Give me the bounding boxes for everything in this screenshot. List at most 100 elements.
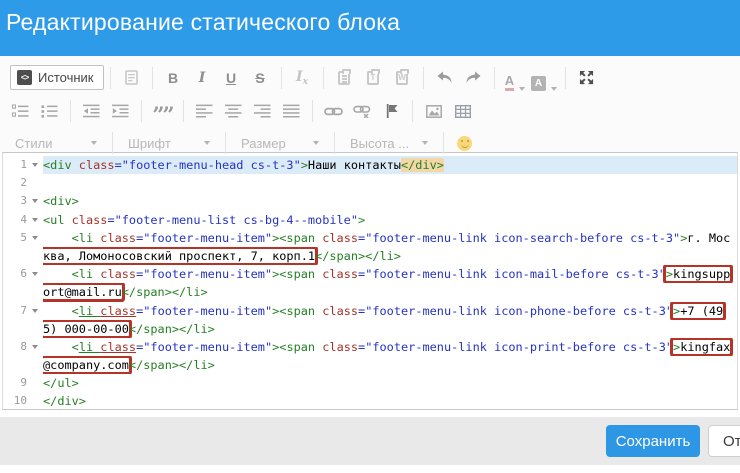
code-token: ="footer-menu-link icon-mail-before cs-t… xyxy=(358,267,666,281)
code-token: ="footer-menu-list cs-bg-4--mobile" xyxy=(107,213,358,227)
bg-color-button[interactable]: A xyxy=(530,64,559,91)
table-icon xyxy=(455,105,471,118)
remove-format-button[interactable]: Ix xyxy=(288,64,317,91)
fold-toggle[interactable] xyxy=(27,338,43,356)
code-line[interactable]: 10</div> xyxy=(3,392,737,410)
code-line[interactable]: @company.com</span></li> xyxy=(3,356,737,374)
templates-button[interactable] xyxy=(117,64,146,91)
maximize-button[interactable] xyxy=(572,64,601,91)
separator xyxy=(70,100,71,122)
table-button[interactable] xyxy=(448,98,477,125)
fold-toggle[interactable] xyxy=(27,302,43,320)
fold-toggle[interactable] xyxy=(27,156,43,174)
align-justify-icon xyxy=(283,104,300,118)
paste-text-icon: T xyxy=(367,71,379,85)
code-token xyxy=(43,231,72,245)
dialog-title: Редактирование статического блока xyxy=(0,0,410,36)
code-line[interactable]: 9</ul> xyxy=(3,374,737,392)
code-line[interactable]: 4<ul class="footer-menu-list cs-bg-4--mo… xyxy=(3,211,737,229)
fold-toggle[interactable] xyxy=(27,192,43,210)
code-line[interactable]: 2 xyxy=(3,174,737,192)
italic-button[interactable]: I xyxy=(188,64,217,91)
line-number: 7 xyxy=(3,302,27,320)
code-token: class xyxy=(322,231,358,245)
code-line[interactable]: ква, Ломоносовский проспект, 7, корп.1</… xyxy=(3,247,737,265)
code-text: <li class="footer-menu-item"><span class… xyxy=(43,265,737,283)
cancel-button[interactable]: Отмена xyxy=(708,425,740,457)
code-token: ><span xyxy=(272,267,322,281)
styles-dropdown[interactable]: Стили xyxy=(6,130,106,156)
gutter: 8 xyxy=(3,338,43,356)
source-button[interactable]: <> Источник xyxy=(10,65,104,90)
code-token: class xyxy=(100,231,136,245)
code-token: ort@mail.ru xyxy=(43,285,122,299)
image-button[interactable] xyxy=(419,98,448,125)
separator xyxy=(443,132,444,154)
code-token: ><span xyxy=(272,304,322,318)
red-annotation-box: ква, Ломоносовский проспект, 7, корп.1 xyxy=(43,249,315,263)
paste-word-button[interactable]: W xyxy=(388,64,417,91)
code-line[interactable]: 1<div class="footer-menu-head cs-t-3">На… xyxy=(3,156,737,174)
fold-toggle[interactable] xyxy=(27,265,43,283)
code-token: < xyxy=(72,340,79,354)
gutter: 10 xyxy=(3,392,43,410)
code-token: </div> xyxy=(43,394,86,408)
code-token: ="footer-menu-item" xyxy=(136,267,272,281)
code-line[interactable]: 5) 000-00-00</span></li> xyxy=(3,320,737,338)
separator xyxy=(565,67,566,89)
align-center-button[interactable] xyxy=(219,98,248,125)
text-color-button[interactable]: A xyxy=(501,64,530,91)
line-number xyxy=(3,283,27,301)
save-button[interactable]: Сохранить xyxy=(606,425,700,457)
align-left-button[interactable] xyxy=(190,98,219,125)
line-number: 8 xyxy=(3,338,27,356)
align-right-button[interactable] xyxy=(248,98,277,125)
source-code-editor[interactable]: 1<div class="footer-menu-head cs-t-3">На… xyxy=(2,152,738,410)
code-token: <div xyxy=(43,158,79,172)
anchor-button[interactable] xyxy=(377,98,406,125)
fold-toggle[interactable] xyxy=(27,229,43,247)
code-line[interactable]: 3<div> xyxy=(3,192,737,210)
align-justify-button[interactable] xyxy=(277,98,306,125)
numbered-list-button[interactable] xyxy=(6,98,35,125)
size-dropdown[interactable]: Размер xyxy=(232,130,328,156)
code-line[interactable]: 8 <li class="footer-menu-item"><span cla… xyxy=(3,338,737,356)
gutter: 7 xyxy=(3,302,43,320)
gutter: 3 xyxy=(3,192,43,210)
unlink-icon xyxy=(353,105,372,118)
fold-toggle[interactable] xyxy=(27,211,43,229)
blockquote-button[interactable]: ”” xyxy=(148,98,177,125)
redo-button[interactable] xyxy=(459,64,488,91)
gutter: 5 xyxy=(3,229,43,247)
line-number: 9 xyxy=(3,374,27,392)
smiley-button[interactable] xyxy=(450,130,479,157)
paste-button[interactable] xyxy=(330,64,359,91)
font-dropdown[interactable]: Шрифт xyxy=(119,130,219,156)
code-line[interactable]: 6 <li class="footer-menu-item"><span cla… xyxy=(3,265,737,283)
indent-button[interactable] xyxy=(106,98,135,125)
code-line[interactable]: 7 <li class="footer-menu-item"><span cla… xyxy=(3,302,737,320)
template-icon xyxy=(125,70,138,85)
fold-spacer xyxy=(27,247,43,265)
code-line[interactable]: ort@mail.ru</span></li> xyxy=(3,283,737,301)
unlink-button[interactable] xyxy=(348,98,377,125)
bold-button[interactable]: B xyxy=(159,64,188,91)
undo-button[interactable] xyxy=(430,64,459,91)
underline-button[interactable]: U xyxy=(217,64,246,91)
separator xyxy=(423,67,424,89)
line-height-dropdown[interactable]: Высота ... xyxy=(341,130,437,156)
outdent-button[interactable] xyxy=(77,98,106,125)
fold-spacer xyxy=(27,392,43,410)
paste-text-button[interactable]: T xyxy=(359,64,388,91)
numbered-list-icon xyxy=(12,104,29,118)
strikethrough-button[interactable]: S xyxy=(246,64,275,91)
dialog-footer: Сохранить Отмена xyxy=(0,417,740,465)
code-token: ="footer-menu-link icon-phone-before cs-… xyxy=(358,304,673,318)
paste-icon xyxy=(338,71,350,85)
smiley-icon xyxy=(457,136,472,151)
link-button[interactable] xyxy=(319,98,348,125)
bulleted-list-button[interactable] xyxy=(35,98,64,125)
code-line[interactable]: 5 <li class="footer-menu-item"><span cla… xyxy=(3,229,737,247)
red-annotation-box: ort@mail.ru xyxy=(43,285,122,299)
separator xyxy=(323,67,324,89)
